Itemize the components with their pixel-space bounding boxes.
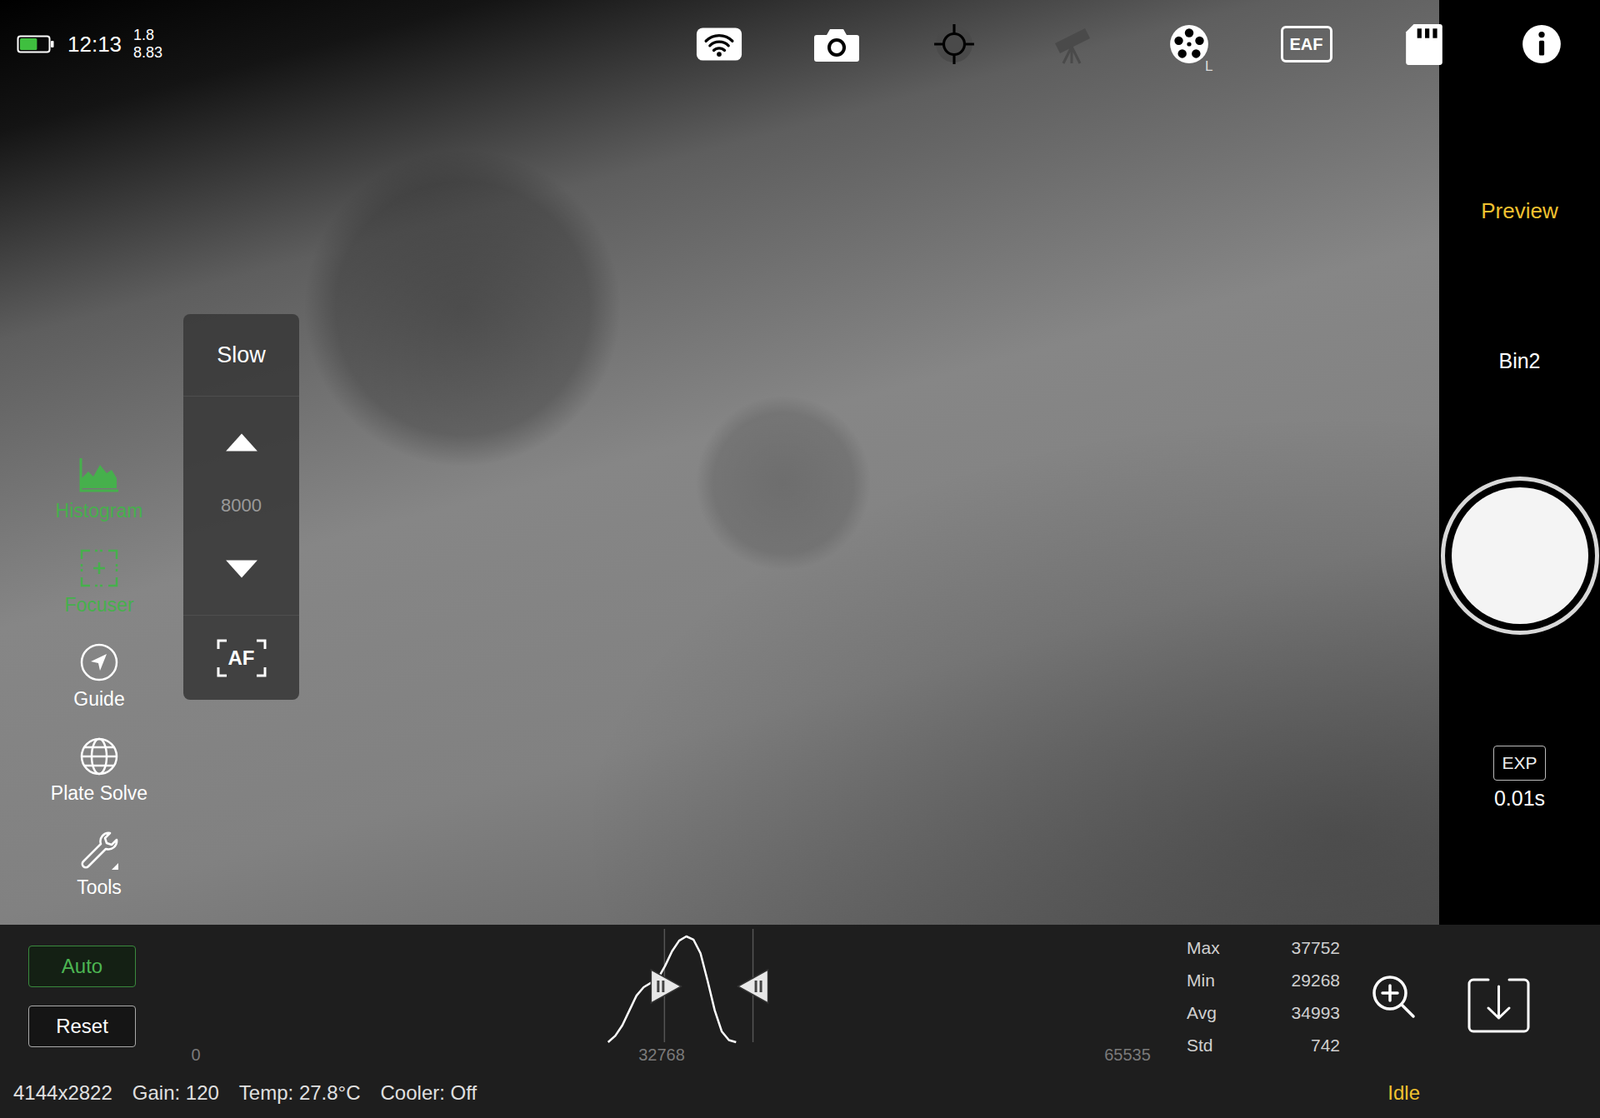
- exposure-value[interactable]: 0.01s: [1494, 785, 1545, 811]
- device-button[interactable]: [895, 15, 1013, 74]
- camera-icon: [813, 22, 860, 66]
- histogram-plot[interactable]: [195, 929, 1128, 1046]
- reading: 1.8: [133, 26, 163, 45]
- image-preview[interactable]: Histogram Focuser Guide Plate Solve Tools Slo…: [0, 0, 1440, 925]
- tool-label: Plate Solve: [50, 782, 148, 805]
- tool-item[interactable]: Focuser: [49, 544, 150, 639]
- af-label: AF: [228, 646, 255, 670]
- globe-icon: [78, 735, 120, 778]
- battery-icon: [16, 34, 55, 55]
- image-stats: Max37752 Min29268 Avg34993 Std742: [1186, 925, 1340, 1075]
- side-panel: Preview Bin2 EXP 0.01s: [1439, 0, 1600, 925]
- axis-label: 32768: [638, 1045, 685, 1065]
- histogram-chart: 03276865535: [195, 925, 1128, 1075]
- autofocus-frame: AF: [216, 639, 267, 678]
- clock: 12:13: [67, 31, 122, 58]
- mode-selector[interactable]: Preview: [1480, 198, 1558, 224]
- sd-card-icon: [1400, 22, 1448, 66]
- stat-value: 29268: [1253, 970, 1340, 991]
- download-icon[interactable]: [1466, 976, 1531, 1035]
- status-cluster: 12:13 1.88.83: [16, 26, 660, 62]
- down-arrow-icon[interactable]: [224, 558, 260, 580]
- focuser-controls: 8000: [183, 396, 300, 616]
- status-item: 4144x2822: [13, 1081, 113, 1105]
- status-item: Temp: 27.8°C: [239, 1081, 361, 1105]
- readings: 1.88.83: [133, 26, 163, 62]
- tool-label: Guide: [73, 688, 125, 711]
- wifi-icon: [695, 22, 743, 66]
- stat-label: Min: [1186, 970, 1254, 991]
- exposure-label[interactable]: EXP: [1493, 745, 1545, 781]
- bottom-bar: AutoReset03276865535Max37752Min29268Avg3…: [0, 925, 1600, 1118]
- histogram-axis: 03276865535: [195, 1045, 1128, 1071]
- stat-label: Std: [1186, 1035, 1254, 1056]
- stretch-button[interactable]: Auto: [28, 945, 136, 988]
- status-item: Gain: 120: [132, 1081, 220, 1105]
- tool-item[interactable]: Tools: [49, 826, 150, 921]
- device-button[interactable]: [1012, 15, 1130, 74]
- af-bracket-icon: [216, 639, 267, 678]
- histogram-panel: AutoReset03276865535Max37752Min29268Avg3…: [0, 925, 1600, 1075]
- guide-arrow-icon: [78, 641, 120, 684]
- device-button[interactable]: [1482, 15, 1600, 74]
- device-button[interactable]: [660, 15, 778, 74]
- shutter-disc: [1451, 487, 1589, 625]
- tool-item[interactable]: Histogram: [49, 450, 150, 545]
- zoom-in-icon[interactable]: [1370, 973, 1417, 1020]
- filter-badge: L: [1205, 58, 1213, 75]
- stat-value: 34993: [1253, 1003, 1340, 1024]
- device-button[interactable]: [1365, 15, 1483, 74]
- tool-item[interactable]: Plate Solve: [49, 732, 150, 827]
- guide-scope-icon: [930, 22, 978, 66]
- stat-label: Avg: [1186, 1003, 1254, 1024]
- camera-state: Idle: [1387, 1081, 1420, 1105]
- app-screen: Histogram Focuser Guide Plate Solve Tools Slo…: [0, 0, 1600, 1118]
- top-bar: 12:13 1.88.83 L EAF: [0, 0, 1600, 89]
- stat-label: Max: [1186, 938, 1254, 959]
- reading: 8.83: [133, 44, 163, 62]
- focuser-speed[interactable]: Slow: [183, 314, 300, 397]
- stretch-buttons: Auto Reset: [0, 925, 196, 1075]
- axis-label: 0: [190, 1045, 200, 1065]
- status-bar: 4144x2822 Gain: 120 Temp: 27.8°C Cooler: Of…: [0, 1075, 1600, 1118]
- info-icon: [1518, 22, 1565, 66]
- eaf-icon: EAF: [1280, 25, 1333, 63]
- status-item: Cooler: Off: [380, 1081, 478, 1105]
- focuser-position: 8000: [220, 495, 262, 517]
- telescope-icon: [1048, 22, 1095, 66]
- binning-selector[interactable]: Bin2: [1498, 348, 1540, 374]
- focus-frame-icon: [78, 547, 120, 590]
- black-point-handle[interactable]: [650, 970, 681, 1004]
- autofocus-button[interactable]: AF: [183, 615, 300, 700]
- stat-value: 37752: [1253, 938, 1340, 959]
- axis-label: 65535: [1104, 1045, 1151, 1065]
- wrench-icon: [78, 830, 120, 872]
- device-button[interactable]: [777, 15, 895, 74]
- tool-column: Histogram Focuser Guide Plate Solve Tools: [49, 450, 150, 921]
- histogram-curve: [608, 936, 737, 1043]
- up-arrow-icon[interactable]: [224, 431, 260, 454]
- histogram-icon: [78, 453, 120, 495]
- tool-label: Focuser: [64, 594, 134, 617]
- focuser-panel: Slow 8000 AF: [183, 314, 300, 700]
- stat-value: 742: [1253, 1035, 1340, 1056]
- tool-item[interactable]: Guide: [49, 638, 150, 733]
- white-point-handle[interactable]: [738, 970, 769, 1004]
- main-area: Histogram Focuser Guide Plate Solve Tools Slo…: [0, 0, 1600, 925]
- tool-label: Histogram: [55, 500, 144, 523]
- device-button[interactable]: EAF: [1247, 15, 1365, 74]
- device-button[interactable]: L: [1130, 15, 1248, 74]
- stretch-button[interactable]: Reset: [28, 1005, 136, 1048]
- shutter-button[interactable]: [1440, 476, 1600, 635]
- tool-label: Tools: [76, 876, 122, 900]
